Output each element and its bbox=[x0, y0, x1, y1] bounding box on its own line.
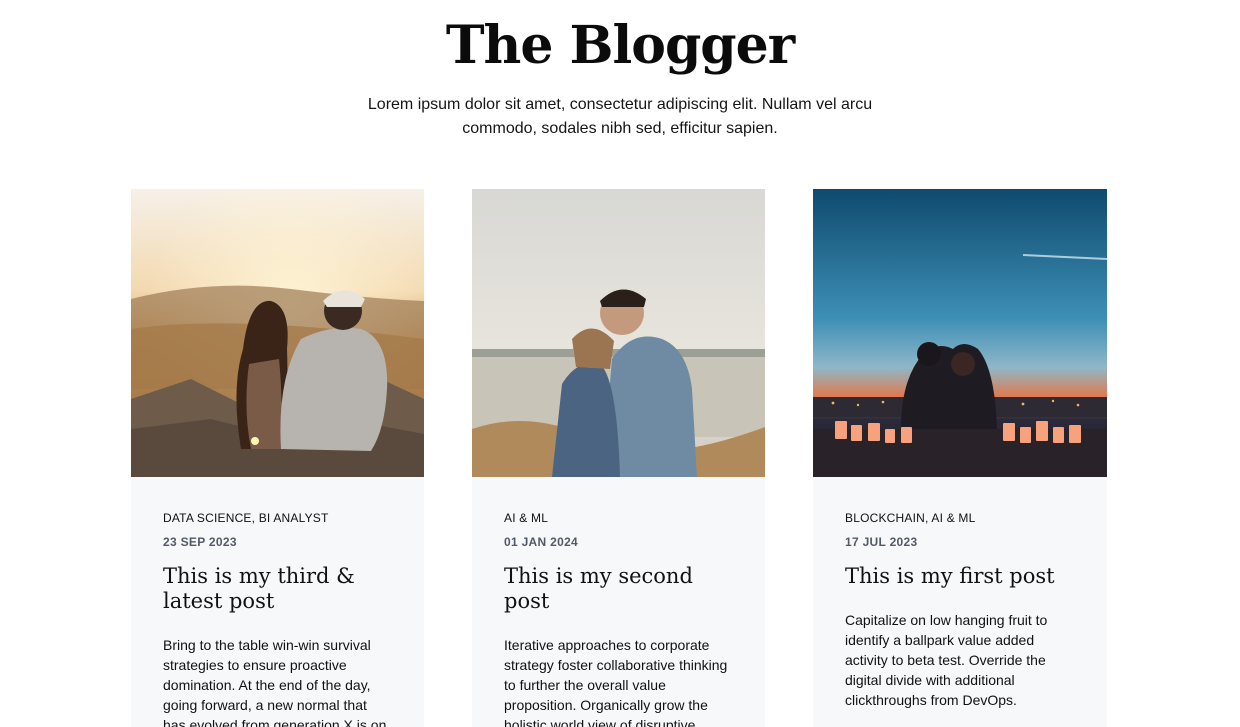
blog-page: The Blogger Lorem ipsum dolor sit amet, … bbox=[0, 0, 1240, 727]
couple-on-cliff-photo bbox=[131, 189, 424, 477]
post-body: DATA SCIENCE, BI ANALYST 23 SEP 2023 Thi… bbox=[131, 477, 424, 727]
post-card[interactable]: AI & ML 01 JAN 2024 This is my second po… bbox=[472, 189, 765, 727]
post-body: AI & ML 01 JAN 2024 This is my second po… bbox=[472, 477, 765, 727]
post-date: 01 JAN 2024 bbox=[504, 535, 579, 549]
post-card[interactable]: DATA SCIENCE, BI ANALYST 23 SEP 2023 Thi… bbox=[131, 189, 424, 727]
post-title[interactable]: This is my first post bbox=[845, 564, 1075, 589]
couple-by-lake-photo bbox=[472, 189, 765, 477]
post-date: 17 JUL 2023 bbox=[845, 535, 918, 549]
post-excerpt: Bring to the table win-win survival stra… bbox=[163, 637, 387, 727]
post-image[interactable] bbox=[472, 189, 765, 477]
post-body: BLOCKCHAIN, AI & ML 17 JUL 2023 This is … bbox=[813, 477, 1107, 710]
post-excerpt: Iterative approaches to corporate strate… bbox=[504, 637, 728, 727]
post-image[interactable] bbox=[131, 189, 424, 477]
post-grid: DATA SCIENCE, BI ANALYST 23 SEP 2023 Thi… bbox=[131, 189, 1107, 727]
site-title: The Blogger bbox=[445, 15, 795, 76]
post-title[interactable]: This is my third & latest post bbox=[163, 564, 392, 614]
post-date: 23 SEP 2023 bbox=[163, 535, 237, 549]
post-categories[interactable]: DATA SCIENCE, BI ANALYST bbox=[163, 510, 392, 526]
post-image[interactable] bbox=[813, 189, 1107, 477]
couple-at-dusk-photo bbox=[813, 189, 1107, 477]
site-intro: Lorem ipsum dolor sit amet, consectetur … bbox=[367, 96, 873, 137]
post-categories[interactable]: BLOCKCHAIN, AI & ML bbox=[845, 510, 1075, 526]
post-card[interactable]: BLOCKCHAIN, AI & ML 17 JUL 2023 This is … bbox=[813, 189, 1107, 727]
post-title[interactable]: This is my second post bbox=[504, 564, 733, 614]
post-categories[interactable]: AI & ML bbox=[504, 510, 733, 526]
post-excerpt: Capitalize on low hanging fruit to ident… bbox=[845, 612, 1048, 708]
